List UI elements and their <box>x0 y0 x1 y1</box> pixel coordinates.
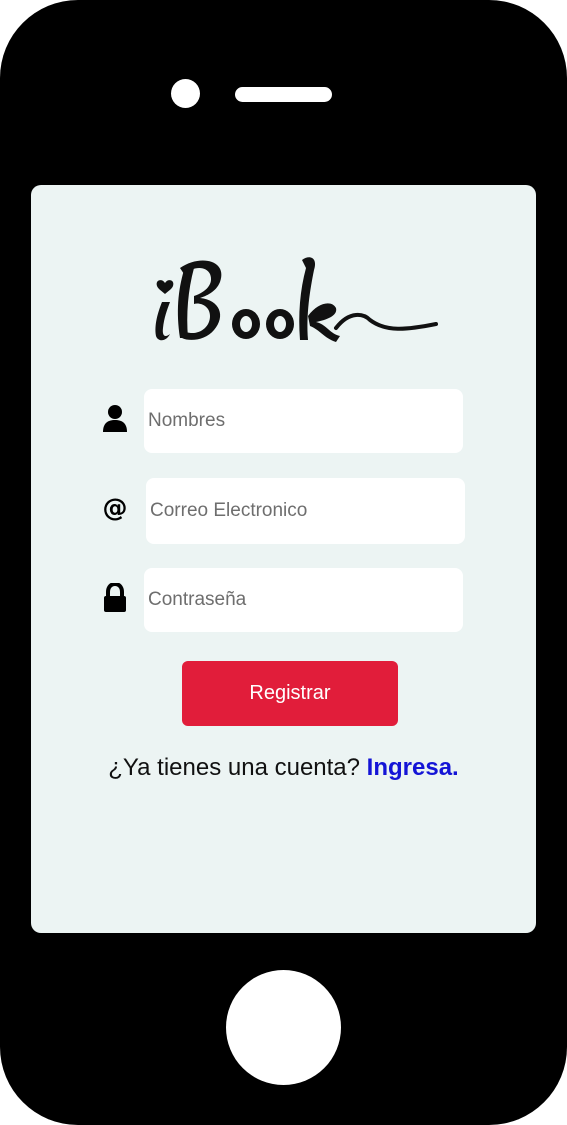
at-sign-icon: @ <box>102 493 128 522</box>
password-field[interactable] <box>144 568 463 632</box>
name-field[interactable] <box>144 389 463 453</box>
user-icon <box>102 404 128 434</box>
ibook-logo <box>155 257 438 342</box>
login-link[interactable]: Ingresa. <box>367 754 459 781</box>
login-prompt: ¿Ya tienes una cuenta? Ingresa. <box>31 754 536 782</box>
speaker-slot <box>235 87 332 102</box>
login-prompt-text: ¿Ya tienes una cuenta? <box>108 754 360 781</box>
register-button[interactable]: Registrar <box>182 661 398 726</box>
phone-frame <box>0 0 567 1125</box>
lock-icon <box>102 583 128 613</box>
email-field[interactable] <box>146 478 465 544</box>
front-camera <box>171 79 200 108</box>
home-button[interactable] <box>226 970 341 1085</box>
